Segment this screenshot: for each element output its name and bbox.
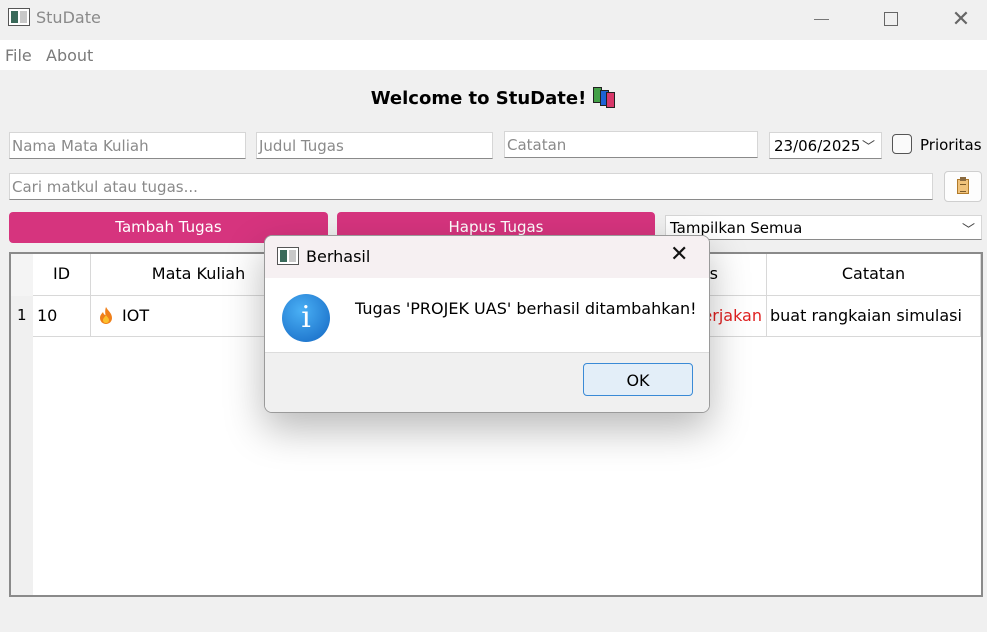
maximize-icon <box>884 12 898 26</box>
date-value: 23/06/2025 <box>774 137 861 155</box>
app-icon <box>8 8 30 26</box>
dialog-message: Tugas 'PROJEK UAS' berhasil ditambahkan! <box>355 299 697 318</box>
success-dialog: Berhasil ✕ i Tugas 'PROJEK UAS' berhasil… <box>264 235 710 413</box>
info-icon: i <box>282 294 330 342</box>
date-picker[interactable]: 23/06/2025 ﹀ <box>769 132 882 159</box>
page-title: Welcome to StuDate! <box>0 87 987 109</box>
dialog-title-bar: Berhasil ✕ <box>265 236 709 278</box>
window-title: StuDate <box>36 8 101 27</box>
header-catatan[interactable]: Catatan <box>767 254 981 296</box>
chevron-down-icon: ﹀ <box>961 223 975 238</box>
clipboard-icon <box>957 177 969 194</box>
dialog-title: Berhasil <box>306 247 371 266</box>
matkul-input[interactable]: Nama Mata Kuliah <box>9 132 246 159</box>
table-corner[interactable] <box>11 254 33 296</box>
minimize-button[interactable] <box>798 0 844 38</box>
judul-input[interactable]: Judul Tugas <box>256 132 493 159</box>
clipboard-button[interactable] <box>944 171 982 202</box>
catatan-input[interactable]: Catatan <box>504 131 758 158</box>
books-icon <box>592 87 616 108</box>
cell-id[interactable]: 10 <box>33 296 91 337</box>
cell-catatan[interactable]: buat rangkaian simulasi <box>767 296 981 337</box>
ok-button[interactable]: OK <box>583 363 693 396</box>
maximize-button[interactable] <box>868 0 914 38</box>
menu-about[interactable]: About <box>46 46 93 65</box>
search-input[interactable]: Cari matkul atau tugas... <box>9 173 933 200</box>
header-id[interactable]: ID <box>33 254 91 296</box>
priority-checkbox[interactable] <box>892 134 912 154</box>
flame-icon <box>100 307 112 324</box>
app-icon <box>277 247 299 265</box>
menu-bar: File About <box>0 40 987 70</box>
matkul-value: IOT <box>122 306 150 325</box>
priority-label: Prioritas <box>920 136 982 154</box>
title-bar: StuDate ✕ <box>0 0 987 38</box>
close-icon: ✕ <box>951 6 971 32</box>
filter-select[interactable]: Tampilkan Semua ﹀ <box>665 215 982 240</box>
chevron-down-icon: ﹀ <box>861 140 875 155</box>
page-title-text: Welcome to StuDate! <box>370 88 587 109</box>
dialog-footer: OK <box>265 352 709 412</box>
close-window-button[interactable]: ✕ <box>938 0 984 38</box>
dialog-close-button[interactable]: ✕ <box>670 242 688 267</box>
row-number[interactable]: 1 <box>17 306 27 324</box>
menu-file[interactable]: File <box>5 46 32 65</box>
minimize-icon <box>813 18 829 20</box>
